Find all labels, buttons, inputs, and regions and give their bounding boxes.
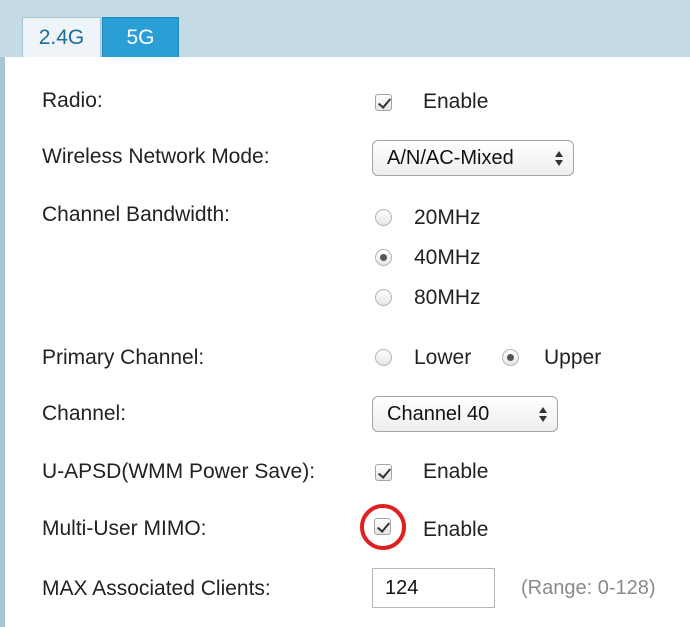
mu-mimo-enable-label: Enable xyxy=(423,518,489,541)
checkmark-icon xyxy=(377,465,392,479)
highlight-circle xyxy=(360,504,406,550)
uapsd-enable-checkbox[interactable] xyxy=(375,464,392,481)
bandwidth-80mhz-label: 80MHz xyxy=(414,286,481,309)
channel-value: Channel 40 xyxy=(387,403,490,425)
max-clients-value: 124 xyxy=(385,577,419,599)
wireless-mode-label: Wireless Network Mode: xyxy=(42,145,270,168)
radio-enable-checkbox[interactable] xyxy=(375,94,392,111)
bandwidth-20mhz-label: 20MHz xyxy=(414,206,481,229)
primary-lower-radio[interactable] xyxy=(375,349,392,366)
bandwidth-80mhz-radio[interactable] xyxy=(375,289,392,306)
uapsd-enable-label: Enable xyxy=(423,460,489,483)
bandwidth-40mhz-radio[interactable] xyxy=(375,249,392,266)
radio-enable-label: Enable xyxy=(423,90,489,113)
primary-lower-label: Lower xyxy=(414,346,472,369)
wireless-mode-value: A/N/AC-Mixed xyxy=(387,147,514,169)
tab-2-4g[interactable]: 2.4G xyxy=(22,17,101,58)
max-clients-range-hint: (Range: 0-128) xyxy=(521,577,656,599)
bandwidth-40mhz-label: 40MHz xyxy=(414,246,481,269)
updown-arrows-icon xyxy=(538,406,548,424)
primary-upper-radio[interactable] xyxy=(502,349,519,366)
radio-label: Radio: xyxy=(42,89,103,112)
wireless-settings-panel xyxy=(0,57,690,627)
primary-upper-label: Upper xyxy=(544,346,602,369)
band-tab-bar: 2.4G 5G xyxy=(0,0,690,58)
mu-mimo-label: Multi-User MIMO: xyxy=(42,517,207,540)
channel-bandwidth-label: Channel Bandwidth: xyxy=(42,203,230,226)
channel-label: Channel: xyxy=(42,402,127,425)
channel-select[interactable]: Channel 40 xyxy=(372,396,558,432)
uapsd-label: U-APSD(WMM Power Save): xyxy=(42,460,316,483)
updown-arrows-icon xyxy=(554,150,564,168)
max-clients-input[interactable]: 124 xyxy=(372,568,495,608)
bandwidth-20mhz-radio[interactable] xyxy=(375,209,392,226)
tab-5g[interactable]: 5G xyxy=(102,17,179,58)
primary-channel-label: Primary Channel: xyxy=(42,346,205,369)
checkmark-icon xyxy=(377,95,392,109)
wireless-mode-select[interactable]: A/N/AC-Mixed xyxy=(372,140,574,176)
max-clients-label: MAX Associated Clients: xyxy=(42,577,271,600)
